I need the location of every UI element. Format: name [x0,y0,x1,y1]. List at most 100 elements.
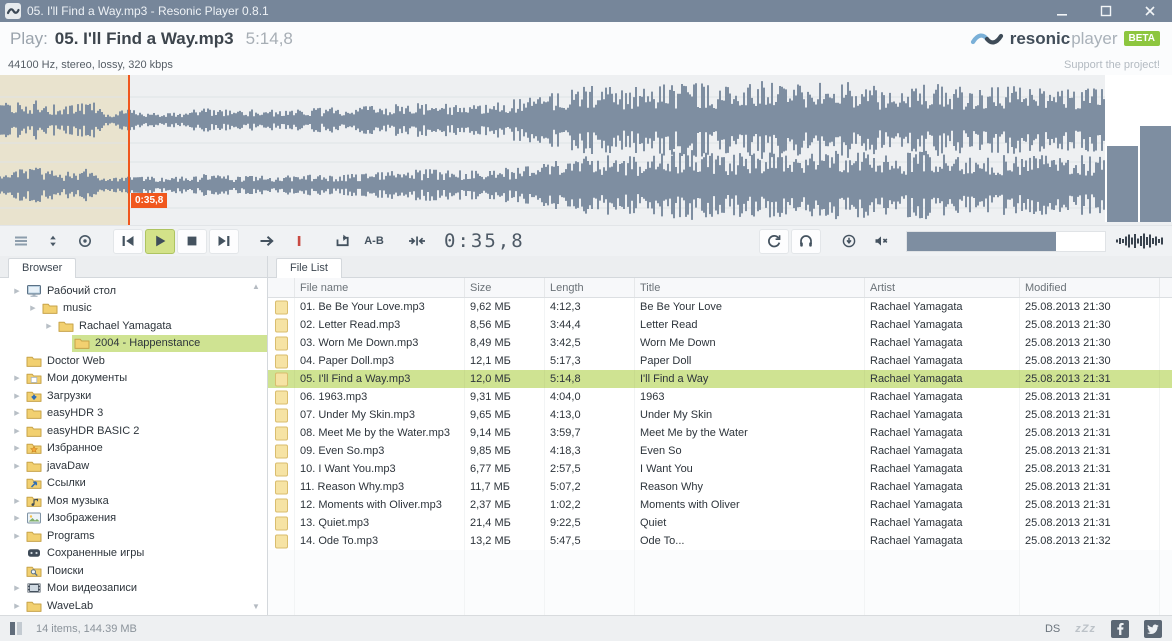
expander-icon[interactable]: ▶ [10,514,24,522]
play-button[interactable] [145,229,175,254]
tree-item[interactable]: 2004 - Happenstance [0,335,267,353]
twitter-icon[interactable] [1144,620,1162,638]
tree-item-content[interactable]: Изображения [24,510,267,528]
tree-item[interactable]: ▶Rachael Yamagata [0,317,267,335]
close-button[interactable] [1128,0,1172,22]
tree-item[interactable]: Ссылки [0,475,267,493]
scroll-up-icon[interactable]: ▲ [252,282,260,291]
tree-scrollbar[interactable]: ▲ ▼ [249,282,263,611]
expander-icon[interactable]: ▶ [10,444,24,452]
tree-item-content[interactable]: Programs [24,527,267,545]
loop-button[interactable] [327,229,357,254]
tree-item-content[interactable]: Rachael Yamagata [56,317,267,335]
next-track-button[interactable] [209,229,239,254]
file-row[interactable]: 13. Quiet.mp321,4 МБ9:22,5QuietRachael Y… [268,514,1172,532]
stop-after-track-button[interactable] [284,229,314,254]
tree-item[interactable]: ▶Programs [0,527,267,545]
tree-item[interactable]: Doctor Web [0,352,267,370]
scroll-down-icon[interactable]: ▼ [252,602,260,611]
tree-item-content[interactable]: javaDaw [24,457,267,475]
expander-icon[interactable]: ▶ [10,602,24,610]
tree-item[interactable]: Сохраненные игры [0,545,267,563]
waveform-mini-icon[interactable] [1114,232,1166,250]
tree-item-content[interactable]: Избранное [24,440,267,458]
headphones-button[interactable] [791,229,821,254]
expander-icon[interactable]: ▶ [42,322,56,330]
tree-item-content[interactable]: easyHDR 3 [24,405,267,423]
expander-icon[interactable]: ▶ [10,497,24,505]
file-row[interactable]: 06. 1963.mp39,31 МБ4:04,01963Rachael Yam… [268,388,1172,406]
expander-icon[interactable]: ▶ [10,584,24,592]
column-header[interactable]: Title [635,278,865,297]
tree-item[interactable]: ▶Загрузки [0,387,267,405]
tree-item[interactable]: ▶Мои документы [0,370,267,388]
file-row[interactable]: 07. Under My Skin.mp39,65 МБ4:13,0Under … [268,406,1172,424]
expander-icon[interactable]: ▶ [26,304,40,312]
sleep-indicator[interactable]: zZz [1075,623,1096,635]
stop-button[interactable] [177,229,207,254]
tree-item[interactable]: ▶WaveLab [0,597,267,615]
file-row[interactable]: 11. Reason Why.mp311,7 МБ5:07,2Reason Wh… [268,478,1172,496]
tree-item-content[interactable]: Сохраненные игры [24,545,267,563]
tree-item-content[interactable]: music [40,300,267,318]
playlist-mode-button[interactable] [6,229,36,254]
expander-icon[interactable]: ▶ [10,287,24,295]
volume-slider[interactable] [906,231,1106,252]
autoplay-button[interactable] [70,229,100,254]
tree-item-content[interactable]: Моя музыка [24,492,267,510]
repeat-button[interactable] [759,229,789,254]
tree-item-content[interactable]: Ссылки [24,475,267,493]
file-row-selected[interactable]: 05. I'll Find a Way.mp312,0 МБ5:14,8I'll… [268,370,1172,388]
file-row[interactable]: 04. Paper Doll.mp312,1 МБ5:17,3Paper Dol… [268,352,1172,370]
skip-silence-button[interactable] [402,229,432,254]
tree-item[interactable]: ▶Моя музыка [0,492,267,510]
expander-icon[interactable]: ▶ [10,427,24,435]
expander-icon[interactable]: ▶ [10,392,24,400]
file-row[interactable]: 09. Even So.mp39,85 МБ4:18,3Even SoRacha… [268,442,1172,460]
tree-item-content[interactable]: WaveLab [24,597,267,615]
tree-item-content[interactable]: Рабочий стол [24,282,267,300]
file-row[interactable]: 10. I Want You.mp36,77 МБ2:57,5I Want Yo… [268,460,1172,478]
tree-item-content[interactable]: Doctor Web [24,352,267,370]
maximize-button[interactable] [1084,0,1128,22]
continue-mode-button[interactable] [252,229,282,254]
mute-button[interactable] [866,229,896,254]
file-row[interactable]: 12. Moments with Oliver.mp32,37 МБ1:02,2… [268,496,1172,514]
ab-loop-button[interactable]: A-B [359,229,389,254]
tab-file-list[interactable]: File List [276,258,342,278]
tree-item[interactable]: ▶Изображения [0,510,267,528]
file-row[interactable]: 03. Worn Me Down.mp38,49 МБ3:42,5Worn Me… [268,334,1172,352]
playhead[interactable] [128,75,130,225]
tree-item[interactable]: ▶easyHDR BASIC 2 [0,422,267,440]
tree-item-content[interactable]: easyHDR BASIC 2 [24,422,267,440]
file-row[interactable]: 01. Be Be Your Love.mp39,62 МБ4:12,3Be B… [268,298,1172,316]
layout-toggle-icon[interactable] [10,622,22,635]
tree-item[interactable]: Поиски [0,562,267,580]
column-header-icon[interactable] [268,278,295,297]
tab-browser[interactable]: Browser [8,258,76,278]
tree-item-content[interactable]: Мои видеозаписи [24,580,267,598]
minimize-button[interactable] [1040,0,1084,22]
column-header[interactable]: Modified [1020,278,1160,297]
tree-item[interactable]: ▶Мои видеозаписи [0,580,267,598]
tree-item-content[interactable]: Мои документы [24,370,267,388]
column-header[interactable]: Artist [865,278,1020,297]
tree-item[interactable]: ▶Избранное [0,440,267,458]
facebook-icon[interactable] [1111,620,1129,638]
tree-item-selected[interactable]: 2004 - Happenstance [72,335,267,353]
download-button[interactable] [834,229,864,254]
tree-item[interactable]: ▶javaDaw [0,457,267,475]
waveform-view[interactable]: 0:35,8 [0,75,1172,225]
previous-track-button[interactable] [113,229,143,254]
column-header[interactable]: Length [545,278,635,297]
support-link[interactable]: Support the project! [1064,59,1160,71]
tree-item-content[interactable]: Загрузки [24,387,267,405]
column-header[interactable]: Size [465,278,545,297]
expander-icon[interactable]: ▶ [10,532,24,540]
expander-icon[interactable]: ▶ [10,374,24,382]
expander-icon[interactable]: ▶ [10,462,24,470]
file-row[interactable]: 02. Letter Read.mp38,56 МБ3:44,4Letter R… [268,316,1172,334]
sort-order-button[interactable] [38,229,68,254]
file-row[interactable]: 08. Meet Me by the Water.mp39,14 МБ3:59,… [268,424,1172,442]
tree-item-content[interactable]: Поиски [24,562,267,580]
